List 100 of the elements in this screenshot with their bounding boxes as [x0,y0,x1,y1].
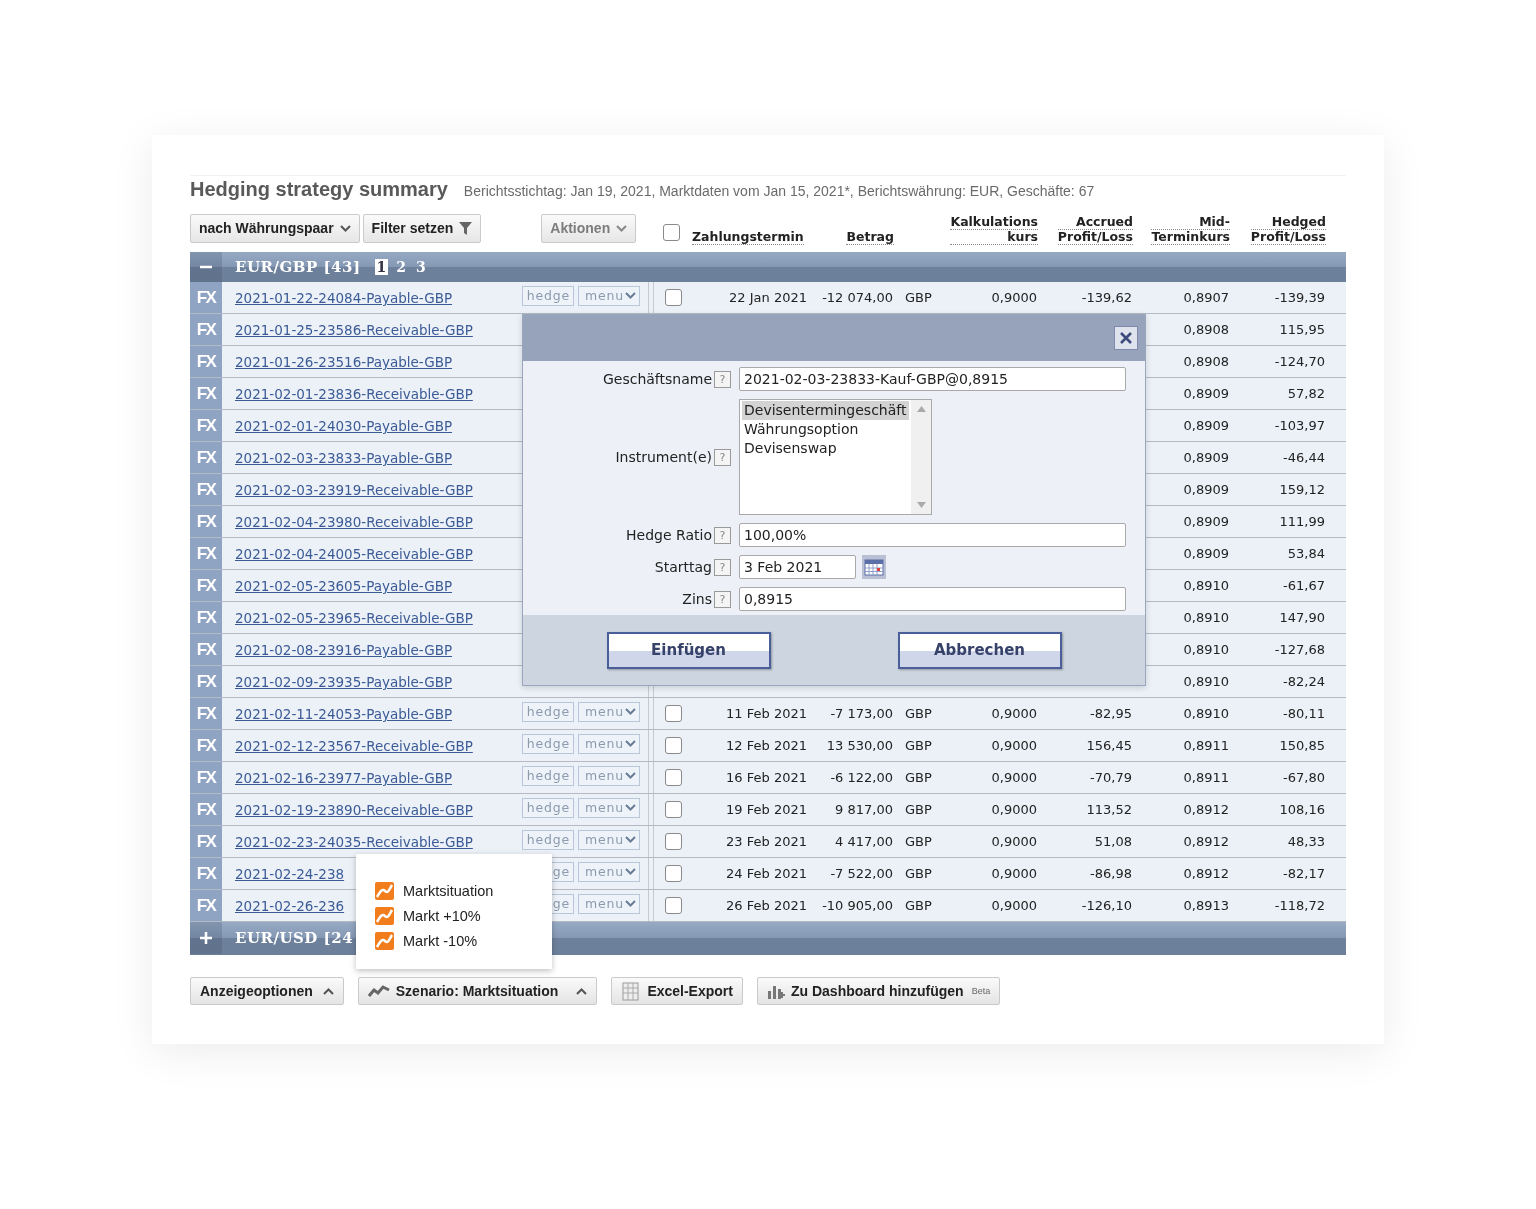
table-cell-text: -82,24 [1282,674,1326,689]
date-field[interactable]: 3 Feb 2021 [739,555,856,579]
trade-link[interactable]: 2021-02-19-23890-Receivable-GBP [235,802,473,818]
table-cell-text: 19 Feb 2021 [725,802,808,817]
menu-item[interactable]: Marktsituation [375,882,552,900]
table-cell-text: 0,9000 [990,898,1038,913]
group-by-dropdown[interactable]: nach Währungspaar [190,213,360,243]
menu-item[interactable]: Markt -10% [375,932,552,950]
chevron-down-icon [625,868,636,875]
table-cell-text: GBP [904,290,933,305]
fx-badge: FX [190,698,222,729]
trade-link[interactable]: 2021-02-01-23836-Receivable-GBP [235,386,473,402]
help-button[interactable]: ? [714,526,731,544]
fx-badge: FX [190,346,222,377]
row-checkbox[interactable] [665,737,682,754]
fx-badge: FX [190,634,222,665]
trade-link[interactable]: 2021-02-05-23965-Receivable-GBP [235,610,473,626]
close-icon [1120,332,1132,344]
page-link[interactable]: 2 [394,259,409,275]
table-cell-text: -139,62 [1080,290,1133,305]
list-option[interactable]: Währungsoption [742,420,909,439]
menu-item[interactable]: Markt +10% [375,907,552,925]
trade-link[interactable]: 2021-01-22-24084-Payable-GBP [235,290,453,306]
filter-button[interactable]: Filter setzen [362,213,482,243]
row-checkbox[interactable] [665,801,682,818]
expand-icon[interactable] [199,931,213,945]
list-option[interactable]: Devisentermingeschäft [742,401,909,420]
table-cell-text: 0,9000 [990,290,1038,305]
select-all-checkbox[interactable] [663,224,680,241]
table-cell-text: 48,33 [1286,834,1326,849]
trade-link[interactable]: 2021-02-24-238 [235,866,345,882]
trade-link[interactable]: 2021-02-09-23935-Payable-GBP [235,674,453,690]
cancel-button[interactable]: Abbrechen [897,631,1062,669]
trade-link[interactable]: 2021-02-05-23605-Payable-GBP [235,578,453,594]
page-link[interactable]: 1 [374,259,389,275]
table-cell-text: 0,8910 [1182,642,1230,657]
help-button[interactable]: ? [714,558,731,576]
text-field[interactable]: 2021-02-03-23833-Kauf-GBP@0,8915 [739,367,1126,391]
table-cell-text: -127,68 [1273,642,1326,657]
trade-link[interactable]: 2021-02-12-23567-Receivable-GBP [235,738,473,754]
row-checkbox[interactable] [665,833,682,850]
table-cell-text: 156,45 [1085,738,1133,753]
column-header[interactable]: Kalkulations kurs [948,215,1040,246]
trade-link[interactable]: 2021-02-04-23980-Receivable-GBP [235,514,473,530]
trade-link[interactable]: 2021-02-26-236 [235,898,345,914]
row-checkbox[interactable] [665,865,682,882]
column-header[interactable]: Betrag [844,230,896,246]
trade-link[interactable]: 2021-02-08-23916-Payable-GBP [235,642,453,658]
table-cell-text: 0,8910 [1182,610,1230,625]
trade-link[interactable]: 2021-01-25-23586-Receivable-GBP [235,322,473,338]
scenario-button[interactable]: Szenario: Marktsituation [357,977,598,1005]
chevron-up-icon [322,987,334,995]
scroll-down-icon[interactable] [916,502,926,508]
table-cell-text: 26 Feb 2021 [725,898,808,913]
export-button[interactable]: Excel-Export [611,977,743,1005]
row-checkbox[interactable] [665,705,682,722]
row-checkbox[interactable] [665,289,682,306]
dashboard-button[interactable]: Zu Dashboard hinzufügen $^{Beta}$ [756,977,1001,1005]
page-link[interactable]: 3 [414,259,428,275]
fx-badge: FX [190,506,222,537]
trade-link[interactable]: 2021-02-16-23977-Payable-GBP [235,770,453,786]
insert-button[interactable]: Einfügen [606,631,771,669]
table-cell-text: -124,70 [1273,354,1326,369]
text-field[interactable]: 0,8915 [739,587,1126,611]
trade-link[interactable]: 2021-02-01-24030-Payable-GBP [235,418,453,434]
row-checkbox[interactable] [665,897,682,914]
trade-link[interactable]: 2021-02-23-24035-Receivable-GBP [235,834,473,850]
row-checkbox[interactable] [665,769,682,786]
trade-link[interactable]: 2021-02-03-23833-Payable-GBP [235,450,453,466]
column-header[interactable]: Mid- Terminkurs [1149,215,1232,246]
column-header[interactable]: Zahlungstermin [690,230,806,246]
table-cell-text: 0,8909 [1182,450,1230,465]
trade-link[interactable]: 2021-02-11-24053-Payable-GBP [235,706,453,722]
help-button[interactable]: ? [714,590,731,608]
calendar-icon[interactable] [862,555,886,579]
text-field[interactable]: 100,00% [739,523,1126,547]
instrument-listbox[interactable]: Devisentermingeschäft Währungsoption Devisenswap [739,399,932,515]
help-button[interactable]: ? [714,370,731,388]
table-cell-text: 13 530,00 [825,738,894,753]
trade-link[interactable]: 2021-02-03-23919-Receivable-GBP [235,482,473,498]
chevron-down-icon [616,224,628,232]
column-header[interactable]: Accrued Profit/Loss [1055,215,1135,246]
table-cell-text: 0,8909 [1182,514,1230,529]
options-button[interactable]: Anzeigeoptionen [190,977,344,1005]
bar-chart-icon [766,983,785,999]
field-label: Zins [682,591,712,607]
list-option[interactable]: Devisenswap [742,439,909,458]
table-cell-text: 0,8909 [1182,386,1230,401]
table-cell-text: 147,90 [1278,610,1326,625]
help-button[interactable]: ? [714,448,731,466]
table-cell-text: 111,99 [1278,514,1326,529]
table-cell-text: 0,9000 [990,866,1038,881]
close-button[interactable] [1114,326,1138,350]
fx-badge: FX [190,282,222,313]
trade-link[interactable]: 2021-01-26-23516-Payable-GBP [235,354,453,370]
column-header[interactable]: Hedged Profit/Loss [1248,215,1328,246]
scroll-up-icon[interactable] [916,406,926,412]
table-cell-text: -12 074,00 [821,290,894,305]
trade-link[interactable]: 2021-02-04-24005-Receivable-GBP [235,546,473,562]
table-cell-text: 0,8912 [1182,866,1230,881]
